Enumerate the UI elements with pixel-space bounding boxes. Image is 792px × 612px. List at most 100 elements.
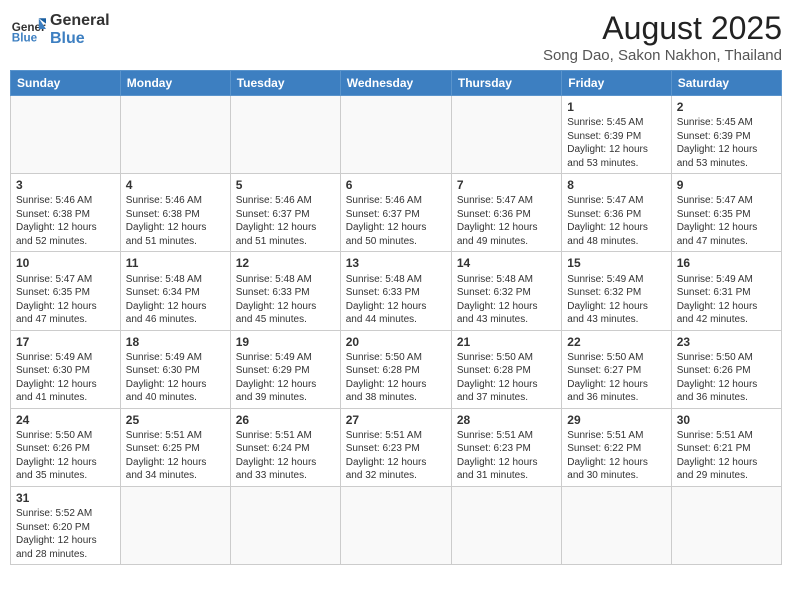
day-number: 17	[16, 334, 115, 350]
calendar-cell	[451, 486, 561, 564]
day-info: Sunrise: 5:46 AM Sunset: 6:37 PM Dayligh…	[236, 194, 335, 248]
calendar-subtitle: Song Dao, Sakon Nakhon, Thailand	[543, 47, 782, 64]
logo-icon: General Blue	[10, 11, 46, 47]
weekday-header-sunday: Sunday	[11, 71, 121, 96]
calendar-cell: 30Sunrise: 5:51 AM Sunset: 6:21 PM Dayli…	[671, 408, 781, 486]
weekday-header-friday: Friday	[562, 71, 671, 96]
day-number: 10	[16, 255, 115, 271]
calendar-week-4: 17Sunrise: 5:49 AM Sunset: 6:30 PM Dayli…	[11, 330, 782, 408]
day-info: Sunrise: 5:51 AM Sunset: 6:23 PM Dayligh…	[457, 429, 556, 483]
weekday-header-monday: Monday	[120, 71, 230, 96]
calendar-cell	[120, 486, 230, 564]
day-info: Sunrise: 5:47 AM Sunset: 6:36 PM Dayligh…	[457, 194, 556, 248]
logo-general: General	[50, 12, 110, 30]
calendar-cell: 31Sunrise: 5:52 AM Sunset: 6:20 PM Dayli…	[11, 486, 121, 564]
day-number: 28	[457, 412, 556, 428]
calendar-cell	[230, 486, 340, 564]
day-info: Sunrise: 5:50 AM Sunset: 6:28 PM Dayligh…	[457, 351, 556, 405]
day-info: Sunrise: 5:47 AM Sunset: 6:35 PM Dayligh…	[16, 273, 115, 327]
day-info: Sunrise: 5:49 AM Sunset: 6:30 PM Dayligh…	[126, 351, 225, 405]
calendar-cell: 15 Sunrise: 5:49 AM Sunset: 6:32 PM Dayli…	[562, 252, 671, 330]
calendar-table: SundayMondayTuesdayWednesdayThursdayFrid…	[10, 70, 782, 565]
calendar-cell: 6Sunrise: 5:46 AM Sunset: 6:37 PM Daylig…	[340, 174, 451, 252]
calendar-cell: 12Sunrise: 5:48 AM Sunset: 6:33 PM Dayli…	[230, 252, 340, 330]
day-info: Sunrise: 5:51 AM Sunset: 6:23 PM Dayligh…	[346, 429, 446, 483]
day-number: 9	[677, 177, 776, 193]
day-info: Sunrise: 5:51 AM Sunset: 6:25 PM Dayligh…	[126, 429, 225, 483]
day-number: 2	[677, 99, 776, 115]
day-info: Sunrise: 5:49 AM Sunset: 6:32 PM Dayligh…	[567, 273, 665, 327]
calendar-cell	[340, 486, 451, 564]
weekday-header-wednesday: Wednesday	[340, 71, 451, 96]
calendar-cell	[11, 96, 121, 174]
day-info: Sunrise: 5:49 AM Sunset: 6:31 PM Dayligh…	[677, 273, 776, 327]
day-number: 22	[567, 334, 665, 350]
calendar-cell: 16 Sunrise: 5:49 AM Sunset: 6:31 PM Dayli…	[671, 252, 781, 330]
calendar-cell: 14 Sunrise: 5:48 AM Sunset: 6:32 PM Dayli…	[451, 252, 561, 330]
day-info: Sunrise: 5:50 AM Sunset: 6:27 PM Dayligh…	[567, 351, 665, 405]
day-info: Sunrise: 5:46 AM Sunset: 6:38 PM Dayligh…	[126, 194, 225, 248]
page-header: General Blue General Blue August 2025 So…	[10, 10, 782, 64]
day-number: 19	[236, 334, 335, 350]
logo: General Blue General Blue	[10, 10, 110, 47]
day-number: 11	[126, 255, 225, 271]
calendar-header-row: SundayMondayTuesdayWednesdayThursdayFrid…	[11, 71, 782, 96]
calendar-cell: 3Sunrise: 5:46 AM Sunset: 6:38 PM Daylig…	[11, 174, 121, 252]
calendar-cell: 2Sunrise: 5:45 AM Sunset: 6:39 PM Daylig…	[671, 96, 781, 174]
day-number: 16	[677, 255, 776, 271]
calendar-cell: 18Sunrise: 5:49 AM Sunset: 6:30 PM Dayli…	[120, 330, 230, 408]
calendar-cell: 10 Sunrise: 5:47 AM Sunset: 6:35 PM Dayli…	[11, 252, 121, 330]
day-number: 30	[677, 412, 776, 428]
calendar-cell: 26Sunrise: 5:51 AM Sunset: 6:24 PM Dayli…	[230, 408, 340, 486]
day-info: Sunrise: 5:47 AM Sunset: 6:35 PM Dayligh…	[677, 194, 776, 248]
weekday-header-tuesday: Tuesday	[230, 71, 340, 96]
calendar-cell	[451, 96, 561, 174]
day-number: 6	[346, 177, 446, 193]
day-info: Sunrise: 5:48 AM Sunset: 6:34 PM Dayligh…	[126, 273, 225, 327]
calendar-cell: 22Sunrise: 5:50 AM Sunset: 6:27 PM Dayli…	[562, 330, 671, 408]
weekday-header-saturday: Saturday	[671, 71, 781, 96]
calendar-cell: 20Sunrise: 5:50 AM Sunset: 6:28 PM Dayli…	[340, 330, 451, 408]
calendar-week-5: 24Sunrise: 5:50 AM Sunset: 6:26 PM Dayli…	[11, 408, 782, 486]
day-info: Sunrise: 5:49 AM Sunset: 6:30 PM Dayligh…	[16, 351, 115, 405]
day-number: 12	[236, 255, 335, 271]
day-number: 15	[567, 255, 665, 271]
day-info: Sunrise: 5:51 AM Sunset: 6:22 PM Dayligh…	[567, 429, 665, 483]
day-number: 14	[457, 255, 556, 271]
day-number: 21	[457, 334, 556, 350]
day-number: 3	[16, 177, 115, 193]
day-info: Sunrise: 5:52 AM Sunset: 6:20 PM Dayligh…	[16, 507, 115, 561]
calendar-cell: 28Sunrise: 5:51 AM Sunset: 6:23 PM Dayli…	[451, 408, 561, 486]
day-number: 25	[126, 412, 225, 428]
calendar-cell: 13 Sunrise: 5:48 AM Sunset: 6:33 PM Dayli…	[340, 252, 451, 330]
calendar-cell: 4Sunrise: 5:46 AM Sunset: 6:38 PM Daylig…	[120, 174, 230, 252]
day-info: Sunrise: 5:49 AM Sunset: 6:29 PM Dayligh…	[236, 351, 335, 405]
day-number: 23	[677, 334, 776, 350]
day-number: 31	[16, 490, 115, 506]
calendar-cell	[340, 96, 451, 174]
calendar-title: August 2025	[543, 10, 782, 47]
day-info: Sunrise: 5:46 AM Sunset: 6:37 PM Dayligh…	[346, 194, 446, 248]
day-number: 26	[236, 412, 335, 428]
day-info: Sunrise: 5:48 AM Sunset: 6:32 PM Dayligh…	[457, 273, 556, 327]
logo-blue: Blue	[50, 30, 110, 48]
day-info: Sunrise: 5:47 AM Sunset: 6:36 PM Dayligh…	[567, 194, 665, 248]
calendar-cell: 9Sunrise: 5:47 AM Sunset: 6:35 PM Daylig…	[671, 174, 781, 252]
title-block: August 2025 Song Dao, Sakon Nakhon, Thai…	[543, 10, 782, 64]
day-info: Sunrise: 5:51 AM Sunset: 6:24 PM Dayligh…	[236, 429, 335, 483]
day-number: 20	[346, 334, 446, 350]
calendar-cell: 19Sunrise: 5:49 AM Sunset: 6:29 PM Dayli…	[230, 330, 340, 408]
calendar-cell	[562, 486, 671, 564]
day-info: Sunrise: 5:48 AM Sunset: 6:33 PM Dayligh…	[346, 273, 446, 327]
calendar-week-3: 10 Sunrise: 5:47 AM Sunset: 6:35 PM Dayli…	[11, 252, 782, 330]
calendar-cell	[671, 486, 781, 564]
day-number: 8	[567, 177, 665, 193]
calendar-cell	[120, 96, 230, 174]
calendar-cell: 29Sunrise: 5:51 AM Sunset: 6:22 PM Dayli…	[562, 408, 671, 486]
weekday-header-thursday: Thursday	[451, 71, 561, 96]
day-number: 13	[346, 255, 446, 271]
calendar-cell: 25Sunrise: 5:51 AM Sunset: 6:25 PM Dayli…	[120, 408, 230, 486]
calendar-cell: 21Sunrise: 5:50 AM Sunset: 6:28 PM Dayli…	[451, 330, 561, 408]
day-number: 24	[16, 412, 115, 428]
calendar-week-6: 31Sunrise: 5:52 AM Sunset: 6:20 PM Dayli…	[11, 486, 782, 564]
